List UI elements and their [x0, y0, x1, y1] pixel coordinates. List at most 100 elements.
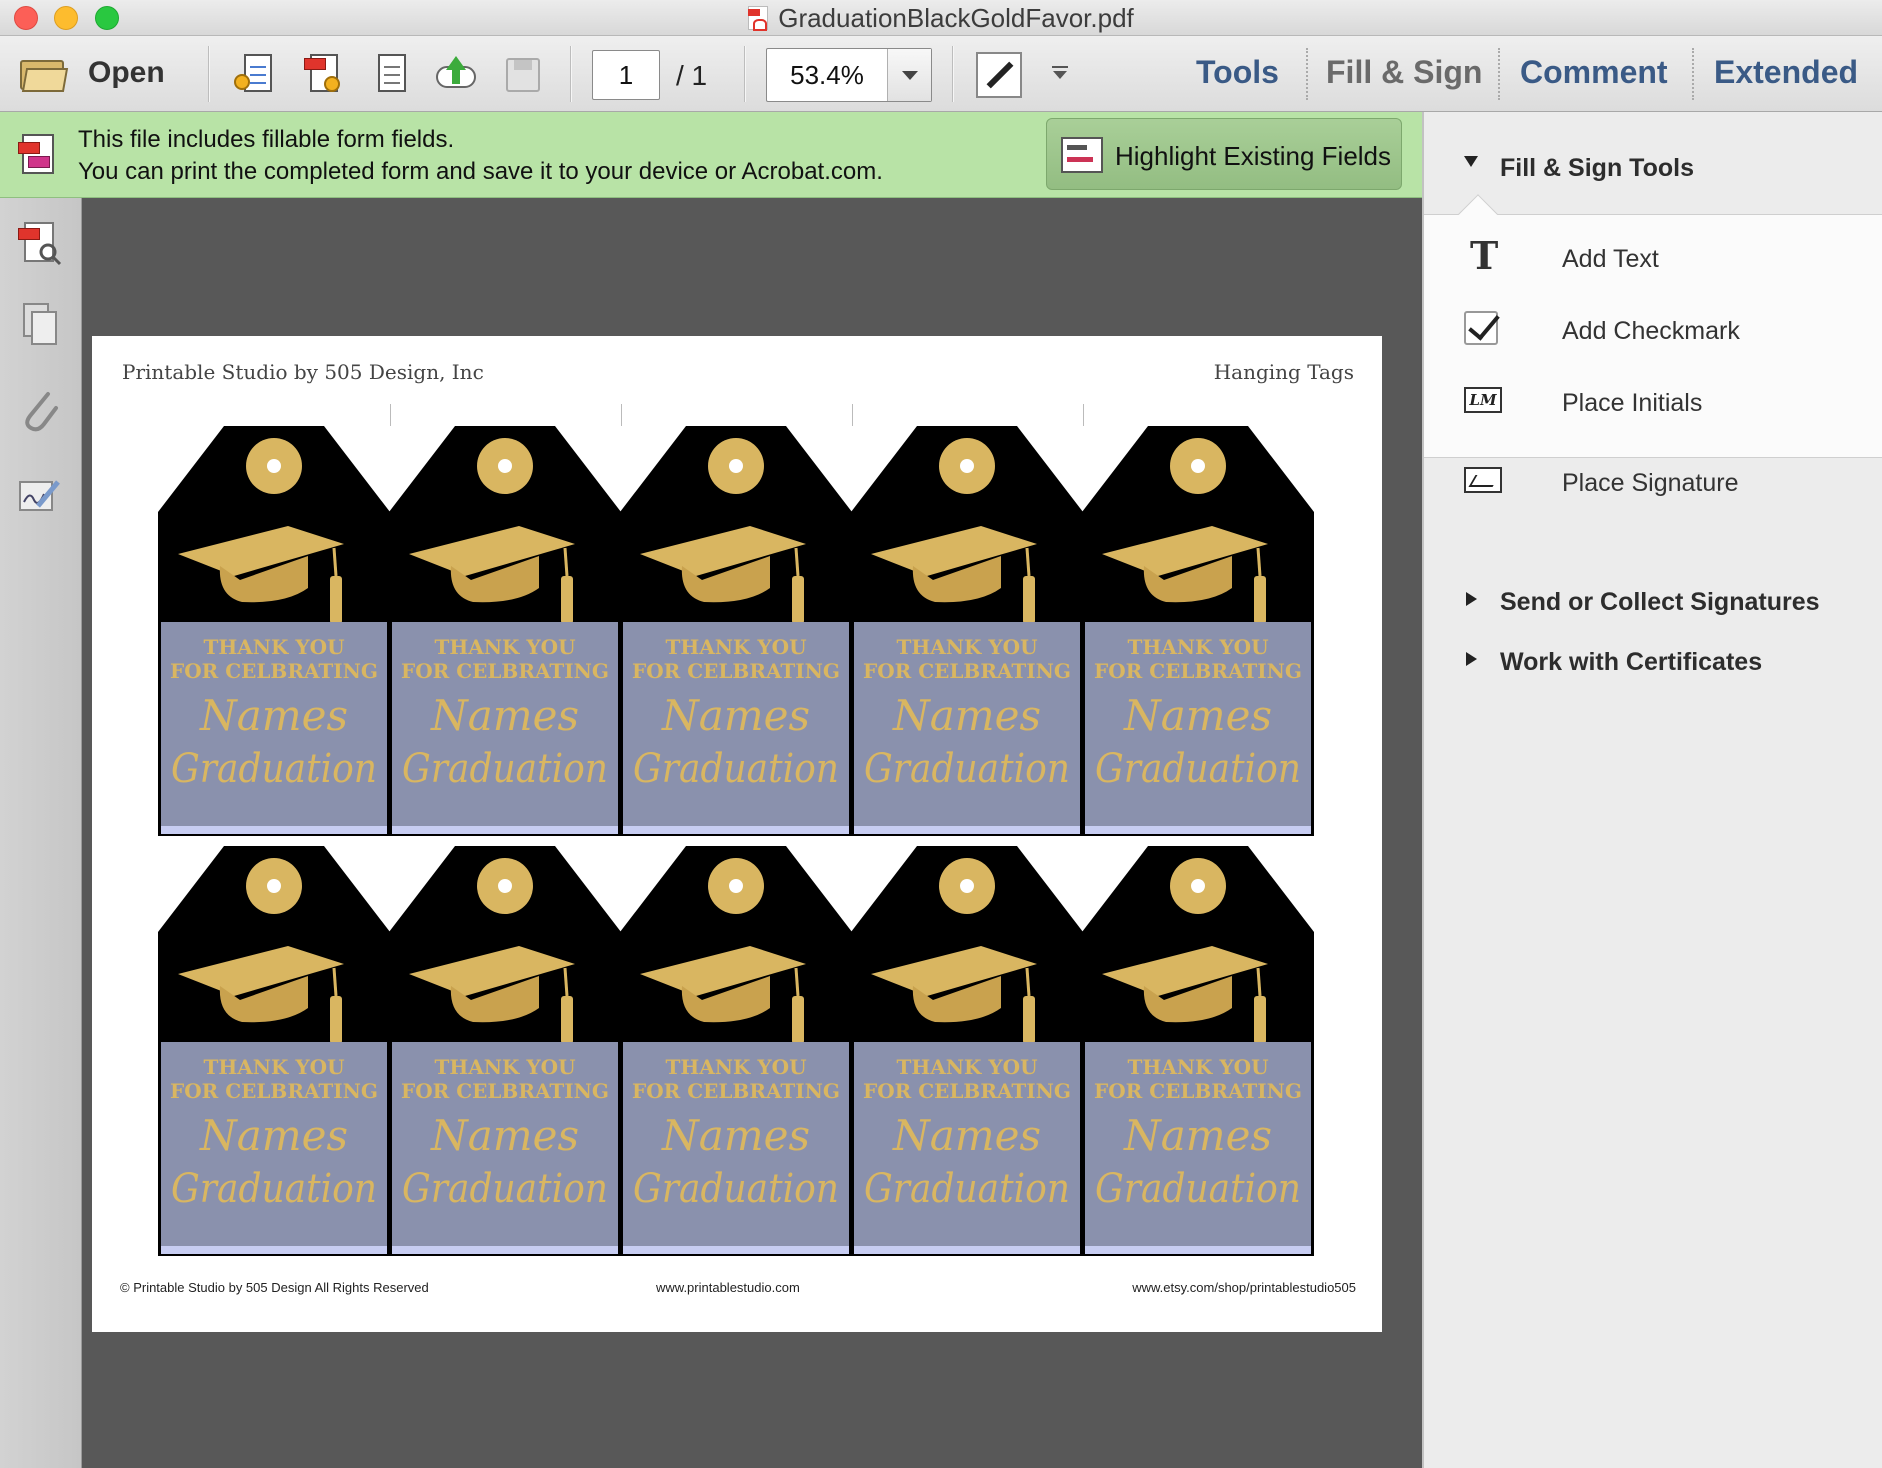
signatures-icon[interactable]	[18, 472, 62, 520]
add-checkmark-label: Add Checkmark	[1562, 317, 1740, 345]
place-initials-tool[interactable]: LM Place Initials	[1464, 379, 1864, 427]
cap-cord	[1256, 547, 1262, 577]
add-text-label: Add Text	[1562, 245, 1659, 273]
tag-graduation: Graduation	[633, 1166, 839, 1212]
save-disk-icon[interactable]	[500, 52, 544, 96]
tag-hole	[729, 879, 743, 893]
tab-tools[interactable]: Tools	[1196, 54, 1279, 91]
place-signature-tool[interactable]: Place Signature	[1464, 459, 1864, 507]
cap-tassel	[330, 576, 342, 624]
page-search-icon[interactable]	[18, 220, 62, 268]
tag-celebrating: FOR CELBRATING	[632, 1079, 840, 1103]
toolbar-divider	[952, 46, 954, 102]
tag-thank-you: THANK YOU	[1127, 635, 1268, 659]
tag-strip	[392, 1246, 618, 1254]
tag-graduation: Graduation	[864, 1166, 1070, 1212]
tag-names: Names	[1123, 1111, 1272, 1160]
highlight-fields-button[interactable]: Highlight Existing Fields	[1046, 118, 1402, 190]
tab-fill-sign[interactable]: Fill & Sign	[1326, 54, 1482, 91]
cap-cord	[332, 547, 338, 577]
tag-names: Names	[199, 691, 348, 740]
tag-celebrating: FOR CELBRATING	[401, 1079, 609, 1103]
hanging-tag: THANK YOUFOR CELBRATING Names Graduation	[389, 846, 621, 1256]
hanging-tag: THANK YOUFOR CELBRATING Names Graduation	[158, 846, 390, 1256]
notice-line-1: This file includes fillable form fields.	[78, 126, 455, 153]
cap-cord	[563, 967, 569, 997]
tag-names: Names	[661, 691, 810, 740]
fill-sign-panel: Fill & Sign Tools T Add Text Add Checkma…	[1422, 112, 1882, 1468]
pages-thumbnails-icon[interactable]	[18, 300, 62, 348]
main-toolbar: Open 1 / 1 53.4% Tools Fill & Sign Comme…	[0, 36, 1882, 112]
tag-names: Names	[1123, 691, 1272, 740]
tab-extended[interactable]: Extended	[1714, 54, 1858, 91]
upload-cloud-icon[interactable]	[434, 52, 478, 96]
page-footer-center: www.printablestudio.com	[656, 1280, 800, 1295]
tag-celebrating: FOR CELBRATING	[632, 659, 840, 683]
tag-strip	[854, 826, 1080, 834]
tag-names: Names	[430, 1111, 579, 1160]
tag-names: Names	[892, 1111, 1041, 1160]
hanging-tag: THANK YOUFOR CELBRATING Names Graduation	[620, 846, 852, 1256]
tag-celebrating: FOR CELBRATING	[1094, 659, 1302, 683]
expand-chevron-icon[interactable]	[1466, 592, 1477, 606]
tag-names: Names	[430, 691, 579, 740]
tag-hole	[1191, 459, 1205, 473]
tag-graduation: Graduation	[171, 746, 377, 792]
add-text-tool[interactable]: T Add Text	[1464, 233, 1864, 283]
tag-names: Names	[661, 1111, 810, 1160]
toolbar-divider	[208, 46, 210, 102]
page-header-left: Printable Studio by 505 Design, Inc	[122, 360, 484, 384]
page-footer-right: www.etsy.com/shop/printablestudio505	[1132, 1280, 1356, 1295]
hanging-tag: THANK YOUFOR CELBRATING Names Graduation	[851, 846, 1083, 1256]
hanging-tags-sheet: THANK YOUFOR CELBRATINGNamesGraduationTH…	[158, 426, 1314, 1256]
expand-chevron-icon[interactable]	[1466, 652, 1477, 666]
cap-tassel	[1023, 576, 1035, 624]
tag-thank-you: THANK YOU	[665, 635, 806, 659]
toolbar-divider	[570, 46, 572, 102]
send-collect-signatures-heading[interactable]: Send or Collect Signatures	[1500, 588, 1820, 617]
zoom-value[interactable]: 53.4%	[767, 49, 887, 101]
tag-thank-you: THANK YOU	[1127, 1055, 1268, 1079]
tag-graduation: Graduation	[171, 1166, 377, 1212]
document-viewport[interactable]: Printable Studio by 505 Design, Inc Hang…	[82, 198, 1422, 1468]
window-title-text: GraduationBlackGoldFavor.pdf	[778, 2, 1134, 33]
add-checkmark-tool[interactable]: Add Checkmark	[1464, 307, 1864, 355]
tag-hole	[267, 879, 281, 893]
toolbar-overflow-icon[interactable]	[1052, 66, 1068, 80]
tag-names: Names	[199, 1111, 348, 1160]
tab-comment[interactable]: Comment	[1520, 54, 1668, 91]
highlight-fields-label: Highlight Existing Fields	[1115, 141, 1392, 171]
hanging-tag: THANK YOUFOR CELBRATING Names Graduation	[389, 426, 621, 836]
initials-icon: LM	[1464, 387, 1502, 413]
zoom-dropdown-chevron-icon[interactable]	[887, 49, 931, 101]
page-number-input[interactable]: 1	[592, 50, 660, 100]
fullscreen-icon[interactable]	[976, 52, 1022, 98]
open-folder-icon[interactable]	[20, 56, 69, 92]
tag-hole	[498, 459, 512, 473]
export-pdf-icon[interactable]	[300, 52, 344, 96]
tag-celebrating: FOR CELBRATING	[863, 1079, 1071, 1103]
tag-graduation: Graduation	[402, 1166, 608, 1212]
fill-sign-tools-heading[interactable]: Fill & Sign Tools	[1500, 154, 1694, 183]
tab-divider	[1498, 48, 1500, 100]
tag-graduation: Graduation	[1095, 1166, 1301, 1212]
tag-graduation: Graduation	[402, 746, 608, 792]
tag-graduation: Graduation	[1095, 746, 1301, 792]
toolbar-divider	[744, 46, 746, 102]
edit-pdf-icon[interactable]	[370, 52, 414, 96]
tag-thank-you: THANK YOU	[896, 1055, 1037, 1079]
attachments-paperclip-icon[interactable]	[18, 386, 62, 434]
cap-cord	[1256, 967, 1262, 997]
zoom-select[interactable]: 53.4%	[766, 48, 932, 102]
pdf-file-icon	[748, 6, 769, 31]
work-with-certificates-heading[interactable]: Work with Certificates	[1500, 648, 1762, 677]
cap-tassel	[792, 576, 804, 624]
tag-hole	[729, 459, 743, 473]
cap-tassel	[561, 576, 573, 624]
create-pdf-icon[interactable]	[234, 52, 280, 96]
tag-hole	[498, 879, 512, 893]
open-button[interactable]: Open	[88, 56, 165, 90]
tag-celebrating: FOR CELBRATING	[170, 1079, 378, 1103]
window-title: GraduationBlackGoldFavor.pdf	[0, 0, 1882, 36]
expand-chevron-icon[interactable]	[1464, 156, 1478, 167]
